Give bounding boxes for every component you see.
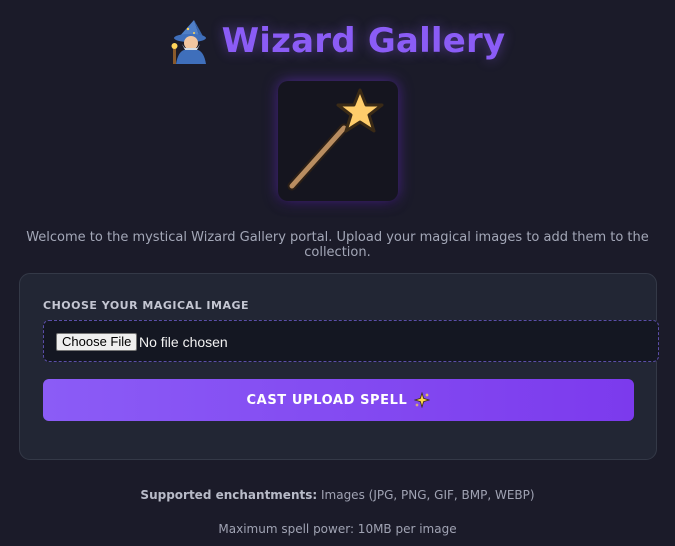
sparkles-icon — [414, 392, 431, 408]
supported-formats: Supported enchantments: Images (JPG, PNG… — [0, 488, 675, 502]
page-header: Wizard Gallery — [0, 18, 675, 64]
file-input[interactable]: Choose File No file chosen — [43, 320, 659, 362]
magic-wand-icon — [287, 88, 384, 191]
wizard-icon — [171, 20, 206, 64]
upload-button-label: CAST UPLOAD SPELL — [246, 392, 408, 408]
choose-file-button[interactable]: Choose File — [56, 333, 138, 351]
file-status-text: No file chosen — [139, 334, 228, 350]
upload-card: CHOOSE YOUR MAGICAL IMAGE Choose File No… — [19, 273, 659, 460]
welcome-text: Welcome to the mystical Wizard Gallery p… — [26, 230, 649, 260]
supported-formats-label: Supported enchantments: — [140, 488, 318, 502]
supported-formats-value: Images (JPG, PNG, GIF, BMP, WEBP) — [317, 488, 535, 502]
max-size-note: Maximum spell power: 10MB per image — [218, 522, 457, 536]
hero-image — [278, 81, 398, 201]
page-title: Wizard Gallery — [221, 21, 506, 61]
file-input-label: CHOOSE YOUR MAGICAL IMAGE — [43, 299, 250, 312]
upload-button[interactable]: CAST UPLOAD SPELL — [43, 379, 634, 421]
